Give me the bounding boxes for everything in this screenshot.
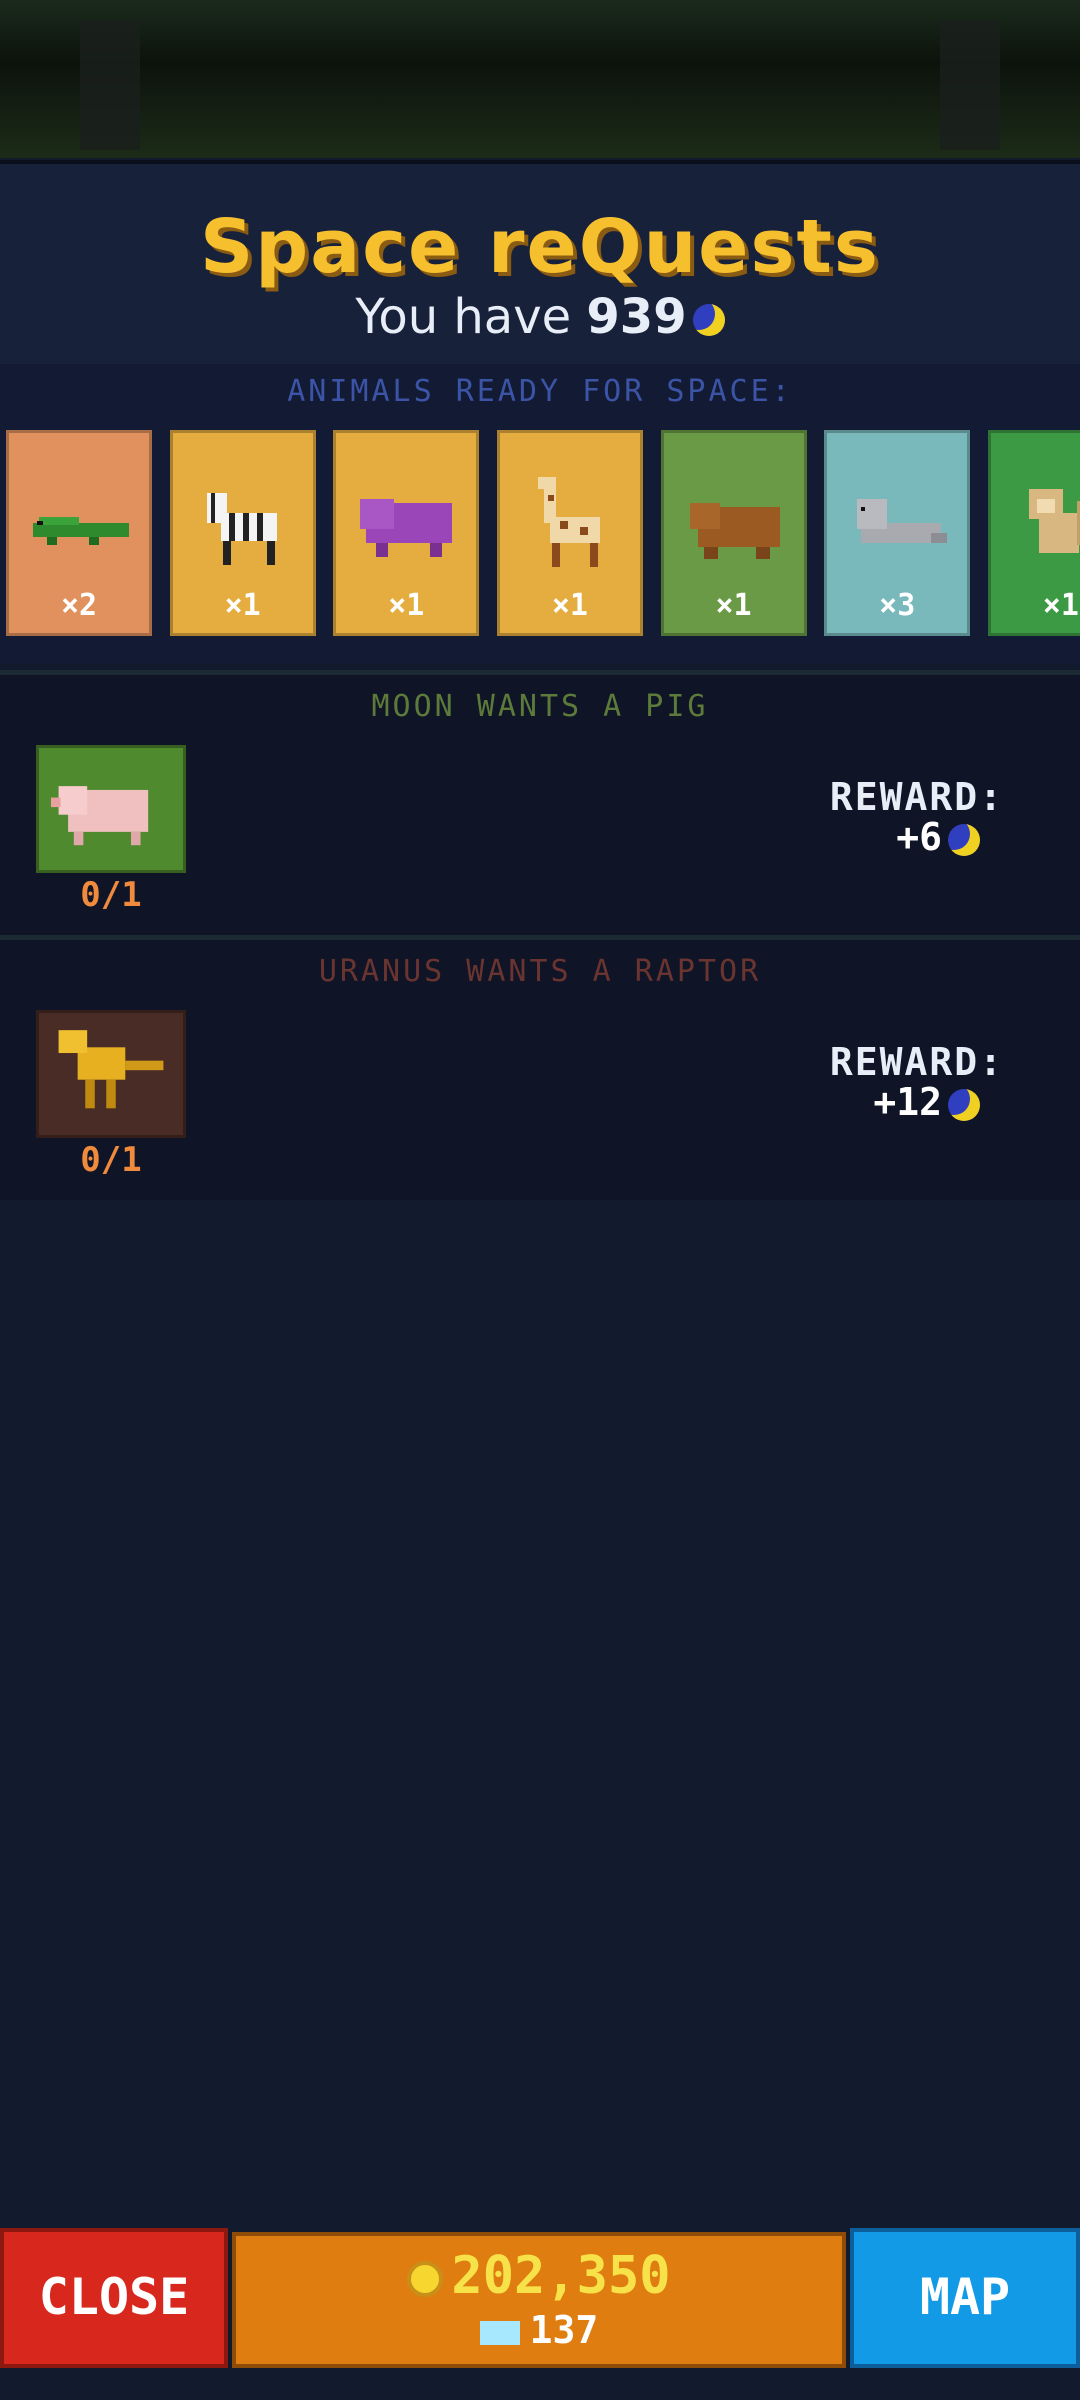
request-moon-pig[interactable]: MOON WANTS A PIG 0/1 REWARD: +6 (0, 670, 1080, 935)
animal-card-crocodile[interactable]: ×2 (6, 430, 152, 636)
gold-coin-icon (407, 2261, 444, 2297)
seal-icon (857, 499, 948, 543)
balance-amount: 939 (586, 289, 687, 345)
moon-coin-icon (948, 1088, 980, 1121)
zoo-background (0, 0, 1080, 158)
gold-balance: 202,350 (236, 2246, 842, 2306)
map-button[interactable]: MAP (850, 2228, 1080, 2368)
close-button[interactable]: CLOSE (0, 2228, 228, 2368)
animals-ready-label: ANIMALS READY FOR SPACE: (287, 374, 793, 409)
raptor-icon (58, 1030, 164, 1109)
animal-count: ×1 (388, 588, 425, 623)
animal-card-list: ×2 ×1 ×1 ×1 ×1 ×3 ×1 (6, 430, 1080, 636)
gem-amount: 137 (529, 2308, 599, 2352)
bottom-bar: CLOSE 202,350 137 MAP (0, 2228, 1080, 2374)
hippo-icon (360, 499, 453, 557)
crocodile-icon (33, 517, 129, 545)
gem-icon (479, 2320, 520, 2345)
request-uranus-raptor[interactable]: URANUS WANTS A RAPTOR 0/1 REWARD: +12 (0, 935, 1080, 1200)
moon-coin-icon (948, 823, 980, 856)
balance-prefix: You have (355, 289, 587, 345)
request-animal-slot[interactable] (36, 745, 186, 873)
reward-label: REWARD: (829, 1040, 1004, 1084)
animal-card-seal[interactable]: ×3 (824, 430, 971, 636)
animal-card-bear[interactable]: ×1 (660, 430, 807, 636)
page-title: Space reQuests (200, 204, 880, 290)
moon-coin-icon (692, 304, 725, 336)
pig-icon (50, 786, 149, 846)
request-title: URANUS WANTS A RAPTOR (318, 954, 762, 989)
request-progress: 0/1 (80, 1140, 142, 1180)
animal-count: ×3 (879, 588, 916, 623)
request-animal-slot[interactable] (36, 1010, 186, 1138)
reward-label: REWARD: (829, 775, 1004, 819)
animal-count: ×2 (60, 588, 98, 623)
space-requests-header: Space reQuests You have 939 (0, 160, 1080, 368)
reward-amount: +12 (873, 1080, 942, 1124)
request-title: MOON WANTS A PIG (371, 689, 709, 724)
reward-value: +6 (896, 815, 980, 859)
reward-amount: +6 (896, 815, 942, 859)
animal-count: ×1 (715, 588, 752, 623)
animal-count: ×1 (224, 588, 261, 623)
gem-balance: 137 (236, 2308, 842, 2352)
reward-value: +12 (873, 1080, 980, 1124)
animal-count: ×1 (1042, 588, 1079, 623)
animal-card-zebra[interactable]: ×1 (169, 430, 316, 636)
animals-ready-section: ANIMALS READY FOR SPACE: ×2 ×1 ×1 ×1 ×1 … (0, 364, 1080, 664)
animal-card-giraffe[interactable]: ×1 (496, 430, 643, 636)
pillar-right (940, 20, 1000, 150)
animal-count: ×1 (551, 588, 588, 623)
currency-balance: 202,350 137 (232, 2232, 846, 2368)
request-progress: 0/1 (80, 875, 142, 915)
giraffe-icon (537, 477, 600, 567)
zebra-icon (206, 493, 277, 565)
animal-card-monkey[interactable]: ×1 (987, 430, 1080, 636)
monkey-icon (1028, 489, 1080, 553)
moon-coin-balance: You have 939 (0, 289, 1080, 345)
bear-icon (689, 503, 780, 559)
animal-card-hippo[interactable]: ×1 (333, 430, 480, 636)
gold-amount: 202,350 (451, 2246, 671, 2306)
pillar-left (80, 20, 140, 150)
